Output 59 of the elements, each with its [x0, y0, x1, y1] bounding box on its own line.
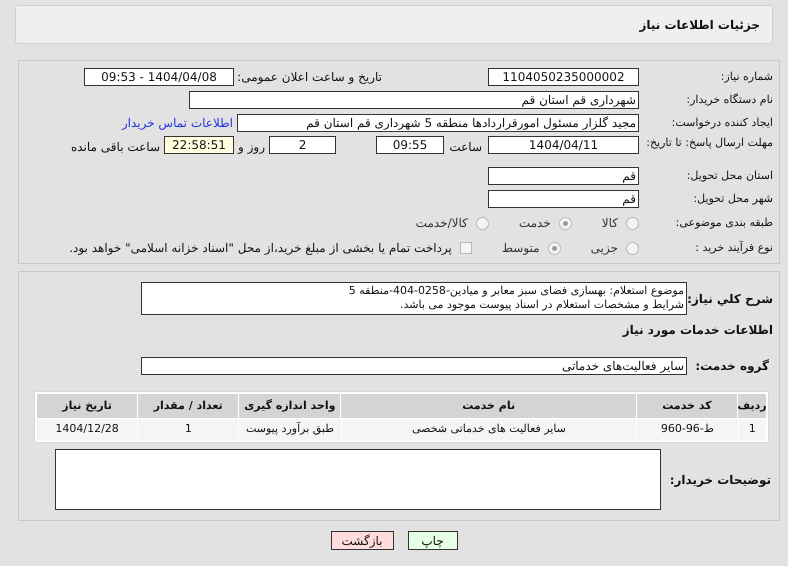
table-cell: 1 [738, 419, 766, 440]
column-header: کد خدمت [636, 394, 737, 418]
radio-label: جزیی [590, 240, 618, 257]
table-cell: 1 [138, 419, 238, 440]
field-label: نام دستگاه خریدار: [685, 92, 774, 108]
field-label: تاریخ و ساعت اعلان عمومی: [236, 69, 382, 86]
radio-button[interactable] [558, 216, 572, 230]
column-header: واحد اندازه گیری [239, 394, 340, 418]
field-label: شماره نیاز: [720, 68, 774, 85]
section-title: اطلاعات خدمات مورد نیاز [621, 322, 774, 339]
buyer-org-field: شهرداری قم استان قم [189, 91, 639, 109]
field-label: گروه خدمت: [694, 358, 770, 375]
page-title: جزئیات اطلاعات نیاز [639, 16, 760, 34]
field-label: روز و [236, 139, 266, 156]
radio-button[interactable] [548, 242, 561, 254]
announce-date-field: 1404/04/08 - 09:53 [84, 68, 234, 86]
deadline-time-field: 09:55 [376, 136, 444, 154]
checkbox[interactable] [460, 242, 472, 254]
radio-label: متوسط [502, 240, 540, 257]
table-cell: سایر فعالیت های خدماتی شخصی [342, 419, 636, 440]
city-field: قم [488, 190, 639, 208]
payment-note: پرداخت تمام یا بخشی از مبلغ خرید،از محل "اسناد خزانه اسلامی" خواهد بود. [69, 240, 452, 257]
table-cell: 1404/12/28 [37, 419, 138, 440]
description-line: موضوع استعلام: بهسازی فضای سبز معابر و میادین-0258-404-منطقه 5 [348, 284, 684, 298]
field-label: ساعت [448, 139, 483, 156]
column-header: تعداد / مقدار [138, 394, 238, 418]
radio-label: کالا [602, 215, 618, 232]
requester-field: مجید گلزار مسئول امورقراردادها منطقه 5 شهرداری قم استان قم [237, 114, 639, 132]
field-label: مهلت ارسال پاسخ: تا تاریخ: [645, 136, 774, 149]
field-label: نوع فرآیند خرید : [694, 240, 774, 256]
radio-button[interactable] [626, 242, 639, 254]
buyer-contact-link[interactable]: اطلاعات تماس خریدار [122, 114, 233, 132]
radio-label: خدمت [518, 215, 551, 232]
field-label: ساعت باقی مانده [70, 139, 161, 156]
province-field: قم [488, 167, 639, 185]
column-header: تاریخ نیاز [37, 394, 138, 418]
table-cell: طبق برآورد پیوست [239, 419, 341, 440]
deadline-date-field: 1404/04/11 [488, 136, 639, 154]
radio-button[interactable] [626, 216, 639, 230]
field-label: ایجاد کننده درخواست: [670, 114, 774, 131]
description-textarea[interactable]: موضوع استعلام: بهسازی فضای سبز معابر و میادین-0258-404-منطقه 5 شرایط و مشخصات استعلام در اسناد پیوست موجود می باشد. [141, 282, 687, 315]
radio-label: کالا/خدمت [416, 215, 468, 232]
back-button[interactable]: بازگشت [330, 531, 394, 550]
field-label: شرح کلي نياز: [687, 291, 774, 308]
days-field: 2 [269, 136, 336, 154]
print-button[interactable]: چاپ [408, 531, 458, 550]
radio-button[interactable] [476, 216, 489, 230]
table-cell: ط-96-960 [637, 419, 738, 440]
field-label: توضیحات خریدار: [668, 472, 772, 488]
description-line: شرایط و مشخصات استعلام در اسناد پیوست موجود می باشد. [398, 298, 684, 312]
buyer-notes-textarea[interactable] [55, 449, 661, 510]
column-header: نام خدمت [341, 394, 636, 418]
field-label: طبقه بندی موضوعی: [674, 214, 774, 231]
service-group-field: سایر فعالیت‌های خدماتی [141, 357, 687, 375]
remaining-time-field: 22:58:51 [164, 136, 234, 154]
field-label: شهر محل تحویل: [692, 190, 774, 207]
field-label: استان محل تحویل: [686, 168, 774, 184]
need-number-field: 1104050235000002 [488, 68, 639, 86]
column-header: ردیف [738, 394, 766, 418]
